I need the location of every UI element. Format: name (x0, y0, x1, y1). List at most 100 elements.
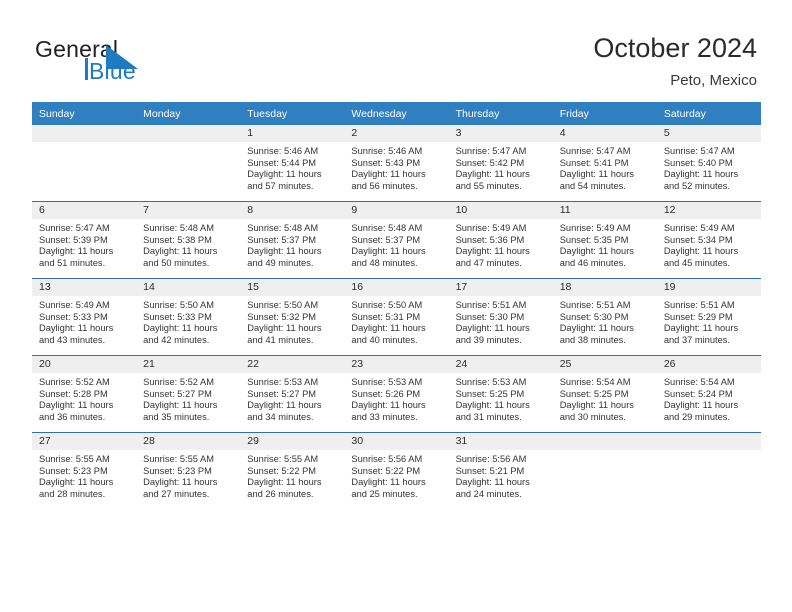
calendar-day-cell[interactable]: 4 Sunrise: 5:47 AM Sunset: 5:41 PM Daylight… (552, 125, 657, 202)
day-detail-line: and 26 minutes. (247, 488, 314, 499)
calendar-day-cell[interactable]: 14 Sunrise: 5:50 AM Sunset: 5:33 PM Dayligh… (136, 278, 241, 356)
day-details: Sunrise: 5:53 AM Sunset: 5:25 PM Daylight:… (449, 373, 553, 423)
day-detail-line: and 25 minutes. (351, 488, 418, 499)
calendar-day-cell[interactable]: 10 Sunrise: 5:49 AM Sunset: 5:36 PM Dayligh… (448, 201, 553, 279)
day-number: 25 (552, 356, 657, 373)
calendar-day-cell[interactable]: 23 Sunrise: 5:53 AM Sunset: 5:26 PM Dayligh… (344, 355, 449, 433)
day-detail-line: Sunrise: 5:55 AM (247, 454, 319, 464)
day-number: 18 (552, 279, 657, 296)
day-detail-line: Sunset: 5:25 PM (455, 388, 525, 399)
weekday-header-sunday: Sunday (32, 102, 137, 125)
day-detail-line: Daylight: 11 hours (39, 246, 114, 257)
calendar-day-cell[interactable]: 1 Sunrise: 5:46 AM Sunset: 5:44 PM Daylight… (240, 125, 345, 202)
day-detail-line: Sunrise: 5:54 AM (663, 377, 735, 387)
calendar-header-row: Sunday Monday Tuesday Wednesday Thursday Frid… (32, 102, 761, 125)
calendar-day-cell[interactable]: 5 Sunrise: 5:47 AM Sunset: 5:40 PM Daylight… (656, 125, 761, 202)
day-detail-line: Daylight: 11 hours (663, 323, 739, 334)
day-cell-inner: 13 Sunrise: 5:49 AM Sunset: 5:33 PM Dayligh… (32, 279, 137, 355)
day-cell-inner: 4 Sunrise: 5:47 AM Sunset: 5:41 PM Daylight… (552, 125, 657, 201)
page-header: General Blue October 2024 Peto, Mexico (0, 0, 792, 100)
calendar-day-cell[interactable]: 7 Sunrise: 5:48 AM Sunset: 5:38 PM Daylight… (136, 201, 241, 279)
calendar-day-cell[interactable]: 15 Sunrise: 5:50 AM Sunset: 5:32 PM Dayligh… (240, 278, 345, 356)
day-number: 17 (448, 279, 553, 296)
calendar-day-cell[interactable]: 20 Sunrise: 5:52 AM Sunset: 5:28 PM Dayligh… (32, 355, 137, 433)
day-cell-inner: 14 Sunrise: 5:50 AM Sunset: 5:33 PM Dayligh… (136, 279, 241, 355)
day-detail-line: Sunrise: 5:51 AM (663, 300, 735, 310)
day-cell-inner: 15 Sunrise: 5:50 AM Sunset: 5:32 PM Dayligh… (240, 279, 345, 355)
day-detail-line: and 35 minutes. (143, 411, 210, 422)
day-detail-line: Sunset: 5:30 PM (455, 311, 525, 322)
calendar-day-cell[interactable]: 2 Sunrise: 5:46 AM Sunset: 5:43 PM Daylight… (344, 125, 449, 202)
day-detail-line: Daylight: 11 hours (247, 477, 322, 488)
day-detail-line: Sunset: 5:26 PM (351, 388, 421, 399)
day-detail-line: Daylight: 11 hours (455, 246, 530, 257)
day-detail-line: and 52 minutes. (663, 180, 730, 191)
day-detail-line: Sunset: 5:24 PM (663, 388, 733, 399)
weekday-header-thursday: Thursday (448, 102, 553, 125)
day-detail-line: and 48 minutes. (351, 257, 418, 268)
calendar-day-cell[interactable]: 28 Sunrise: 5:55 AM Sunset: 5:23 PM Dayligh… (136, 432, 241, 509)
calendar-day-cell[interactable]: 17 Sunrise: 5:51 AM Sunset: 5:30 PM Dayligh… (448, 278, 553, 356)
day-number: 28 (136, 433, 241, 450)
calendar-day-cell[interactable]: 21 Sunrise: 5:52 AM Sunset: 5:27 PM Dayligh… (136, 355, 241, 433)
day-detail-line: Daylight: 11 hours (455, 169, 530, 180)
calendar-day-cell[interactable]: 29 Sunrise: 5:55 AM Sunset: 5:22 PM Dayligh… (240, 432, 345, 509)
day-detail-line: Sunrise: 5:47 AM (39, 223, 110, 233)
day-details: Sunrise: 5:54 AM Sunset: 5:25 PM Daylight:… (553, 373, 657, 423)
day-detail-line: Sunset: 5:28 PM (39, 388, 108, 399)
calendar-day-cell[interactable]: 18 Sunrise: 5:51 AM Sunset: 5:30 PM Dayligh… (552, 278, 657, 356)
day-detail-line: Sunrise: 5:52 AM (143, 377, 214, 387)
day-number: 24 (448, 356, 553, 373)
calendar-day-cell[interactable]: 22 Sunrise: 5:53 AM Sunset: 5:27 PM Dayligh… (240, 355, 345, 433)
calendar-day-cell[interactable]: 19 Sunrise: 5:51 AM Sunset: 5:29 PM Dayligh… (656, 278, 761, 356)
calendar-day-cell[interactable]: 26 Sunrise: 5:54 AM Sunset: 5:24 PM Dayligh… (656, 355, 761, 433)
calendar-day-cell[interactable]: 27 Sunrise: 5:55 AM Sunset: 5:23 PM Dayligh… (32, 432, 137, 509)
calendar-day-cell[interactable]: 24 Sunrise: 5:53 AM Sunset: 5:25 PM Dayligh… (448, 355, 553, 433)
day-detail-line: Daylight: 11 hours (143, 477, 218, 488)
day-detail-line: Sunset: 5:38 PM (143, 234, 212, 245)
day-cell-inner (32, 125, 137, 201)
day-detail-line: Daylight: 11 hours (559, 323, 634, 334)
day-detail-line: Sunset: 5:33 PM (143, 311, 212, 322)
calendar-empty-cell (656, 432, 761, 509)
calendar-empty-cell (136, 125, 241, 202)
calendar-day-cell[interactable]: 13 Sunrise: 5:49 AM Sunset: 5:33 PM Dayligh… (32, 278, 137, 356)
day-detail-line: Sunrise: 5:56 AM (455, 454, 527, 464)
calendar-day-cell[interactable]: 8 Sunrise: 5:48 AM Sunset: 5:37 PM Daylight… (240, 201, 345, 279)
calendar-day-cell[interactable]: 12 Sunrise: 5:49 AM Sunset: 5:34 PM Dayligh… (656, 201, 761, 279)
day-detail-line: Sunset: 5:33 PM (39, 311, 108, 322)
day-number: 4 (552, 125, 657, 142)
day-detail-line: Sunrise: 5:48 AM (351, 223, 423, 233)
day-cell-inner: 3 Sunrise: 5:47 AM Sunset: 5:42 PM Daylight… (448, 125, 553, 201)
day-detail-line: Sunrise: 5:46 AM (351, 146, 423, 156)
day-detail-line: Sunrise: 5:47 AM (559, 146, 631, 156)
calendar-empty-cell (552, 432, 657, 509)
day-detail-line: Daylight: 11 hours (39, 477, 114, 488)
calendar-day-cell[interactable]: 16 Sunrise: 5:50 AM Sunset: 5:31 PM Dayligh… (344, 278, 449, 356)
day-detail-line: Sunrise: 5:49 AM (559, 223, 631, 233)
day-details (136, 142, 240, 146)
calendar-day-cell[interactable]: 3 Sunrise: 5:47 AM Sunset: 5:42 PM Daylight… (448, 125, 553, 202)
day-cell-inner: 9 Sunrise: 5:48 AM Sunset: 5:37 PM Daylight… (344, 202, 449, 278)
day-details: Sunrise: 5:49 AM Sunset: 5:35 PM Daylight:… (553, 219, 657, 269)
day-details (32, 142, 136, 146)
day-detail-line: Sunset: 5:44 PM (247, 157, 317, 168)
day-detail-line: and 43 minutes. (39, 334, 106, 345)
day-number: 15 (240, 279, 345, 296)
calendar-day-cell[interactable]: 25 Sunrise: 5:54 AM Sunset: 5:25 PM Dayligh… (552, 355, 657, 433)
day-details: Sunrise: 5:54 AM Sunset: 5:24 PM Daylight:… (657, 373, 761, 423)
calendar-day-cell[interactable]: 30 Sunrise: 5:56 AM Sunset: 5:22 PM Dayligh… (344, 432, 449, 509)
day-detail-line: Sunrise: 5:53 AM (247, 377, 319, 387)
calendar-day-cell[interactable]: 6 Sunrise: 5:47 AM Sunset: 5:39 PM Daylight… (32, 201, 137, 279)
calendar-day-cell[interactable]: 31 Sunrise: 5:56 AM Sunset: 5:21 PM Dayligh… (448, 432, 553, 509)
calendar-day-cell[interactable]: 9 Sunrise: 5:48 AM Sunset: 5:37 PM Daylight… (344, 201, 449, 279)
day-detail-line: Daylight: 11 hours (247, 400, 322, 411)
calendar-day-cell[interactable]: 11 Sunrise: 5:49 AM Sunset: 5:35 PM Dayligh… (552, 201, 657, 279)
day-details: Sunrise: 5:47 AM Sunset: 5:42 PM Daylight:… (449, 142, 553, 192)
day-cell-inner: 17 Sunrise: 5:51 AM Sunset: 5:30 PM Dayligh… (448, 279, 553, 355)
day-details: Sunrise: 5:46 AM Sunset: 5:44 PM Daylight:… (240, 142, 344, 192)
day-detail-line: and 37 minutes. (663, 334, 730, 345)
day-number: 31 (448, 433, 553, 450)
day-detail-line: Daylight: 11 hours (247, 323, 322, 334)
day-detail-line: Sunset: 5:35 PM (559, 234, 629, 245)
